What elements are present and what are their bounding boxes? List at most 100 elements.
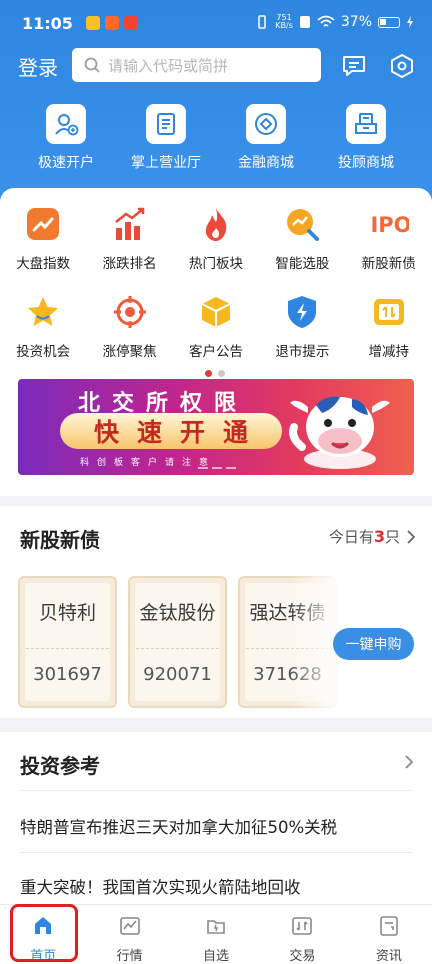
news-item[interactable]: 重大突破！我国首次实现火箭陆地回收 (20, 874, 301, 898)
grid-item-label: 投资机会 (16, 344, 71, 360)
search-icon (84, 57, 100, 73)
search-input[interactable]: 请输入代码或简拼 (72, 48, 321, 82)
advisor-mall-icon (355, 113, 377, 134)
banner-pill: 快速开通 (60, 413, 282, 449)
grid-item-market-index[interactable]: 大盘指数 (0, 204, 86, 272)
trade-icon (292, 917, 313, 935)
grid-item-smart-pick[interactable]: 智能选股 (259, 204, 345, 272)
tab-trade[interactable]: 交易 (259, 905, 345, 964)
quick-item-open-account[interactable]: 极速开户 (16, 104, 116, 172)
banner-subtitle: 科创板客户请注意 (80, 458, 217, 468)
tab-watchlist[interactable]: 自选 (173, 905, 259, 964)
grid-item-announcement[interactable]: 客户公告 (173, 292, 259, 360)
increase-icon (373, 299, 404, 325)
one-click-subscribe-button[interactable]: 一键申购 (333, 628, 414, 660)
ipo-today-count: 3 (373, 527, 385, 546)
chevron-right-icon (407, 529, 416, 544)
cow-mascot-icon (289, 396, 390, 469)
quick-item-advisor-mall[interactable]: 投顾商城 (316, 104, 416, 172)
grid-item-limit-up[interactable]: 涨停聚焦 (86, 292, 172, 360)
ipo-ticket-code: 920071 (143, 664, 212, 685)
bluetooth-icon (299, 16, 310, 28)
grid-item-ipo[interactable]: IPO 新股新债 (346, 204, 432, 272)
wifi-icon (317, 15, 335, 27)
cube-icon (201, 297, 231, 327)
grid-item-label: 新股新债 (361, 256, 416, 272)
quick-actions: 极速开户 掌上营业厅 金融商城 投顾商城 (0, 104, 432, 172)
trend-icon (27, 208, 60, 240)
status-bar: 11:05 751 KB/s 37% (0, 0, 432, 40)
shield-icon (288, 296, 317, 328)
finance-mall-icon (255, 113, 277, 135)
page-dot (218, 370, 225, 377)
divider (20, 790, 412, 791)
ipo-section: 新股新债 今日有 3 只 贝特利 301697 金钛股份 920071 强达转债… (0, 506, 432, 718)
quick-item-mobile-hall[interactable]: 掌上营业厅 (116, 104, 216, 172)
status-right: 751 KB/s 37% (255, 14, 414, 30)
ipo-title: 新股新债 (20, 528, 100, 552)
app-notification-icon (86, 16, 100, 30)
grid-item-holdings-change[interactable]: 增减持 (346, 292, 432, 360)
quick-item-label: 投顾商城 (338, 155, 394, 171)
ipo-ticket[interactable]: 贝特利 301697 (18, 576, 117, 708)
page-dot-active (205, 370, 212, 377)
tab-news[interactable]: 资讯 (346, 905, 432, 964)
quick-item-finance-mall[interactable]: 金融商城 (216, 104, 316, 172)
svg-text:IPO: IPO (370, 213, 409, 237)
notification-icons (86, 16, 138, 30)
grid-item-label: 大盘指数 (16, 256, 71, 272)
settings-icon[interactable] (388, 52, 416, 80)
login-button[interactable]: 登录 (18, 52, 58, 81)
chevron-right-icon[interactable] (404, 754, 414, 770)
message-icon[interactable] (340, 52, 368, 80)
page-indicator (205, 370, 225, 377)
promo-banner[interactable]: 北交所权限 快速开通 科创板客户请注意 (18, 379, 414, 475)
ipo-today-link[interactable]: 今日有 3 只 (329, 526, 416, 547)
network-speed: 751 KB/s (275, 14, 293, 30)
tab-label: 资讯 (375, 949, 402, 964)
market-icon (119, 917, 140, 935)
mobile-hall-icon (157, 113, 175, 135)
divider (20, 852, 412, 853)
quick-item-label: 极速开户 (38, 155, 94, 171)
grid-item-label: 涨停聚焦 (102, 344, 157, 360)
ipo-today-prefix: 今日有 (328, 528, 374, 546)
tab-market[interactable]: 行情 (86, 905, 172, 964)
tab-label: 交易 (289, 949, 316, 964)
watchlist-icon (207, 920, 225, 934)
battery-icon (378, 16, 400, 28)
grid-item-delist[interactable]: 退市提示 (259, 292, 345, 360)
banner-pill-text: 快速开通 (93, 418, 266, 447)
reference-title: 投资参考 (20, 754, 100, 778)
open-account-icon (55, 114, 79, 136)
home-tab-highlight (10, 904, 78, 962)
speed-unit: KB/s (275, 21, 293, 30)
ipo-ticket[interactable]: 金钛股份 920071 (128, 576, 227, 708)
bar-rank-icon (114, 207, 144, 240)
grid-item-label: 智能选股 (275, 256, 330, 272)
smart-pick-icon (287, 209, 320, 241)
function-card: 大盘指数 涨跌排名 热门板块 智能选股 IPO 新股新债 投资机会 涨停聚焦 客 (0, 188, 432, 496)
grid-item-hot-sector[interactable]: 热门板块 (173, 204, 259, 272)
star-icon (28, 297, 59, 326)
banner-indicator (198, 467, 236, 469)
grid-item-opportunity[interactable]: 投资机会 (0, 292, 86, 360)
vibrate-icon (258, 15, 267, 29)
search-placeholder: 请输入代码或简拼 (108, 56, 229, 75)
ipo-icon: IPO (370, 213, 409, 237)
grid-item-label: 涨跌排名 (102, 256, 157, 272)
grid-item-rank[interactable]: 涨跌排名 (86, 204, 172, 272)
tab-label: 行情 (116, 949, 143, 964)
flame-icon (205, 208, 227, 241)
charging-icon (407, 16, 413, 28)
grid-item-label: 增减持 (368, 344, 410, 360)
ipo-ticket-name: 贝特利 (38, 602, 96, 624)
taobao-notification-icon (105, 16, 119, 30)
ipo-ticket-code: 301697 (33, 664, 102, 685)
app-notification-icon-2 (124, 16, 138, 30)
app-header: 11:05 751 KB/s 37% 登录 请输入代码或简拼 极速开户 掌上营业… (0, 0, 432, 220)
grid-item-label: 客户公告 (188, 344, 243, 360)
news-item[interactable]: 特朗普宣布推迟三天对加拿大加征50%关税 (20, 814, 337, 838)
quick-item-label: 金融商城 (238, 155, 294, 171)
tab-label: 自选 (203, 949, 230, 964)
